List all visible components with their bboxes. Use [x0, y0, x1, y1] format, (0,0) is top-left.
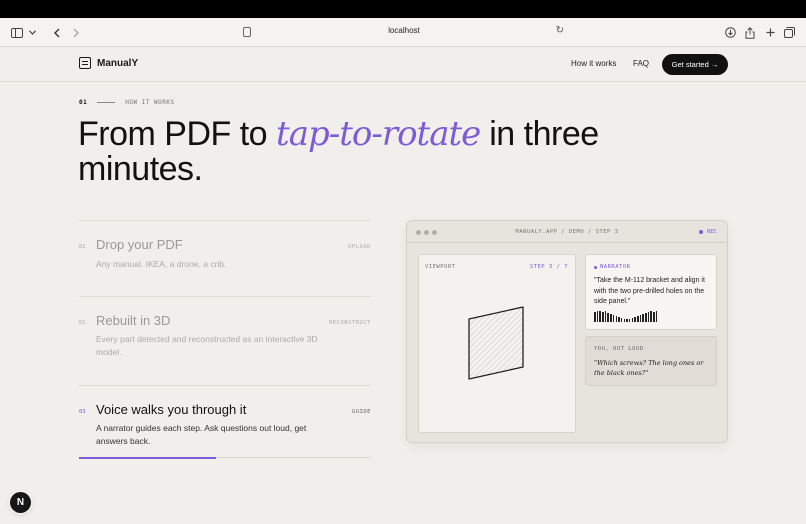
title-accent: tap-to-rotate: [276, 114, 481, 154]
narrator-quote: "Take the M-112 bracket and align it wit…: [594, 277, 705, 305]
viewport-label: VIEWPORT: [425, 264, 456, 270]
narrator-dot-icon: [594, 265, 597, 269]
address-bar[interactable]: localhost ↻: [240, 23, 568, 42]
waveform-bar: [604, 311, 607, 322]
eyebrow-label: HOW IT WORKS: [125, 99, 175, 106]
site-header: ManualY How it works FAQ Get started →: [0, 47, 806, 82]
viewport-panel[interactable]: VIEWPORT STEP 3 / 7: [418, 254, 576, 433]
nav-link-how-it-works[interactable]: How it works: [571, 59, 616, 68]
eyebrow-number: 01: [79, 99, 88, 106]
waveform-bar: [623, 319, 626, 322]
audio-waveform: [594, 311, 658, 322]
user-question-card: YOU, OUT LOUD "Which screws? The long on…: [585, 336, 717, 386]
title-lead: From PDF to: [78, 115, 277, 153]
browser-toolbar: localhost ↻: [0, 18, 806, 47]
waveform-bar: [650, 311, 652, 322]
step-title: Rebuilt in 3D: [96, 313, 171, 328]
os-top-bar: [0, 0, 806, 18]
waveform-bar: [620, 318, 623, 322]
step-description: Any manual. IKEA, a drone, a crib.: [96, 259, 227, 269]
waveform-bar: [634, 317, 636, 322]
step-number: 02: [79, 320, 86, 326]
step-tag: GUIDE: [351, 409, 371, 415]
waveform-bar: [642, 314, 644, 322]
waveform-bar: [607, 313, 609, 322]
get-started-button[interactable]: Get started →: [662, 54, 728, 75]
waveform-bar: [647, 312, 650, 322]
back-icon[interactable]: [51, 24, 63, 41]
tabs-icon[interactable]: [783, 24, 796, 41]
waveform-bar: [653, 312, 655, 322]
nav-link-faq[interactable]: FAQ: [633, 59, 649, 68]
step-tag: UPLOAD: [348, 244, 371, 250]
demo-window: MANUALY.APP / DEMO / STEP 3 REC VIEWPORT…: [406, 220, 728, 443]
waveform-bar: [594, 312, 596, 322]
manual-icon: [79, 57, 91, 69]
step-number: 01: [79, 244, 86, 250]
waveform-bar: [645, 313, 647, 322]
step-guide[interactable]: 03 Voice walks you through it GUIDE A na…: [79, 385, 371, 457]
new-tab-icon[interactable]: [764, 24, 776, 41]
brand-name: ManualY: [97, 57, 139, 69]
waveform-bar: [631, 318, 634, 322]
3d-panel-model[interactable]: [467, 305, 527, 381]
waveform-bar: [599, 311, 601, 322]
narrator-card: NARRATOR "Take the M-112 bracket and ali…: [585, 254, 717, 330]
rec-dot-icon: [699, 230, 704, 234]
share-icon[interactable]: [744, 24, 756, 41]
step-title: Drop your PDF: [96, 237, 183, 252]
waveform-bar: [628, 319, 631, 322]
waveform-bar: [655, 311, 658, 322]
forward-icon[interactable]: [70, 24, 82, 41]
waveform-bar: [602, 312, 604, 322]
step-upload[interactable]: 01 Drop your PDF UPLOAD Any manual. IKEA…: [79, 220, 371, 280]
user-question-label: YOU, OUT LOUD: [594, 346, 644, 352]
waveform-bar: [639, 315, 642, 322]
user-question-text: "Which screws? The long ones or the blac…: [594, 359, 704, 377]
rec-indicator: REC: [699, 229, 717, 235]
step-reconstruct[interactable]: 02 Rebuilt in 3D RECONSTRUCT Every part …: [79, 296, 371, 368]
chevron-down-icon[interactable]: [27, 24, 37, 41]
eyebrow-divider: [97, 102, 116, 103]
narrator-label-text: NARRATOR: [600, 264, 631, 270]
step-progress-track: [79, 456, 371, 459]
brand-logo[interactable]: ManualY: [79, 57, 138, 69]
demo-path: MANUALY.APP / DEMO / STEP 3: [515, 229, 619, 235]
step-progress-fill: [79, 456, 217, 459]
sidebar-icon[interactable]: [10, 24, 24, 41]
step-description: A narrator guides each step. Ask questio…: [96, 423, 307, 446]
section-eyebrow: 01 HOW IT WORKS: [79, 99, 175, 106]
waveform-bar: [610, 314, 612, 322]
rec-label: REC: [707, 229, 717, 235]
page-title: From PDF to tap-to-rotate in three minut…: [78, 117, 638, 187]
demo-titlebar: MANUALY.APP / DEMO / STEP 3 REC: [407, 221, 727, 243]
next-dev-badge[interactable]: N: [10, 492, 31, 513]
narrator-label: NARRATOR: [594, 264, 631, 270]
step-description: Every part detected and reconstructed as…: [96, 334, 318, 357]
url-text: localhost: [388, 26, 420, 35]
waveform-bar: [615, 316, 617, 322]
waveform-bar: [596, 311, 599, 322]
step-title: Voice walks you through it: [96, 402, 247, 417]
reload-icon[interactable]: ↻: [556, 25, 564, 36]
waveform-bar: [626, 319, 628, 322]
download-icon[interactable]: [724, 24, 736, 41]
waveform-bar: [612, 315, 615, 322]
step-tag: RECONSTRUCT: [329, 320, 371, 326]
waveform-bar: [618, 317, 620, 322]
step-number: 03: [79, 409, 86, 415]
waveform-bar: [637, 316, 639, 322]
viewport-step: STEP 3 / 7: [529, 264, 568, 270]
